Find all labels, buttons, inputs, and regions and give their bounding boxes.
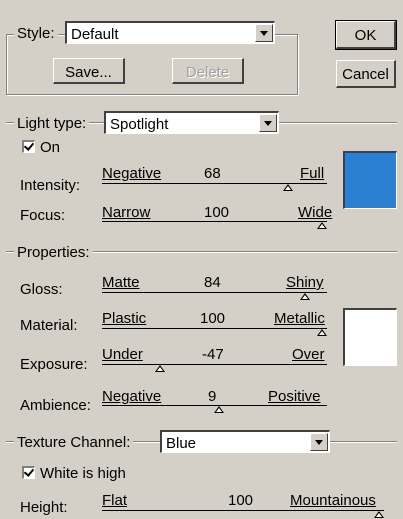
light-type-select-value: Spotlight [110, 116, 169, 133]
light-type-select[interactable]: Spotlight [104, 111, 279, 134]
gloss-slider-track[interactable] [102, 292, 327, 293]
cancel-button[interactable]: Cancel [336, 60, 396, 88]
save-button[interactable]: Save... [53, 58, 125, 84]
height-slider-thumb[interactable] [374, 511, 384, 518]
chevron-down-icon[interactable] [255, 24, 273, 42]
height-slider-track[interactable] [102, 510, 384, 511]
focus-slider-thumb[interactable] [317, 222, 327, 229]
intensity-slider-track[interactable] [102, 183, 327, 184]
exposure-slider-track[interactable] [102, 364, 327, 365]
focus-min-label: Narrow [102, 204, 151, 221]
material-label: Material: [20, 317, 78, 334]
white-is-high-checkbox[interactable] [22, 466, 35, 479]
material-max-label: Metallic [274, 310, 325, 327]
save-button-label: Save... [65, 64, 112, 81]
gloss-slider-thumb[interactable] [300, 293, 310, 300]
intensity-max-label: Full [300, 165, 325, 182]
exposure-label: Exposure: [20, 356, 88, 373]
on-label: On [40, 139, 61, 156]
ambience-max-label: Positive [268, 388, 321, 405]
height-value: 100 [228, 492, 254, 509]
exposure-slider-thumb[interactable] [155, 365, 165, 372]
cancel-button-label: Cancel [342, 66, 389, 83]
material-slider-thumb[interactable] [317, 329, 327, 336]
ambience-value: 9 [208, 388, 217, 405]
on-checkbox[interactable] [22, 140, 35, 153]
white-is-high-label: White is high [40, 465, 126, 482]
light-color-swatch[interactable] [343, 151, 397, 209]
delete-button[interactable]: Delete [172, 58, 244, 84]
gloss-min-label: Matte [102, 274, 140, 291]
texture-channel-select[interactable]: Blue [160, 430, 330, 453]
ok-button-label: OK [354, 27, 377, 44]
height-max-label: Mountainous [290, 492, 376, 509]
exposure-value: -47 [202, 346, 224, 363]
properties-title: Properties: [14, 245, 93, 260]
material-slider-track[interactable] [102, 328, 327, 329]
texture-channel-select-value: Blue [166, 435, 197, 452]
light-type-label: Light type: [14, 116, 90, 131]
intensity-slider-thumb[interactable] [283, 184, 293, 191]
gloss-label: Gloss: [20, 281, 63, 298]
style-select-value: Default [71, 26, 119, 43]
height-label: Height: [20, 499, 68, 516]
exposure-max-label: Over [292, 346, 325, 363]
material-value: 100 [200, 310, 226, 327]
ambience-slider-thumb[interactable] [214, 406, 224, 413]
properties-color-swatch[interactable] [343, 308, 397, 366]
intensity-label: Intensity: [20, 177, 81, 194]
style-label: Style: [14, 26, 58, 41]
intensity-min-label: Negative [102, 165, 162, 182]
texture-channel-label: Texture Channel: [14, 435, 134, 450]
style-select[interactable]: Default [65, 21, 275, 44]
focus-max-label: Wide [298, 204, 333, 221]
gloss-max-label: Shiny [286, 274, 324, 291]
delete-button-label: Delete [185, 64, 230, 81]
material-min-label: Plastic [102, 310, 147, 327]
focus-label: Focus: [20, 207, 66, 224]
exposure-min-label: Under [102, 346, 143, 363]
ok-button[interactable]: OK [335, 20, 397, 50]
chevron-down-icon[interactable] [259, 114, 277, 132]
focus-value: 100 [204, 204, 230, 221]
chevron-down-icon[interactable] [310, 433, 328, 451]
intensity-value: 68 [204, 165, 221, 182]
ambience-label: Ambience: [20, 397, 91, 414]
ambience-min-label: Negative [102, 388, 162, 405]
focus-slider-track[interactable] [102, 221, 327, 222]
height-min-label: Flat [102, 492, 128, 509]
gloss-value: 84 [204, 274, 221, 291]
